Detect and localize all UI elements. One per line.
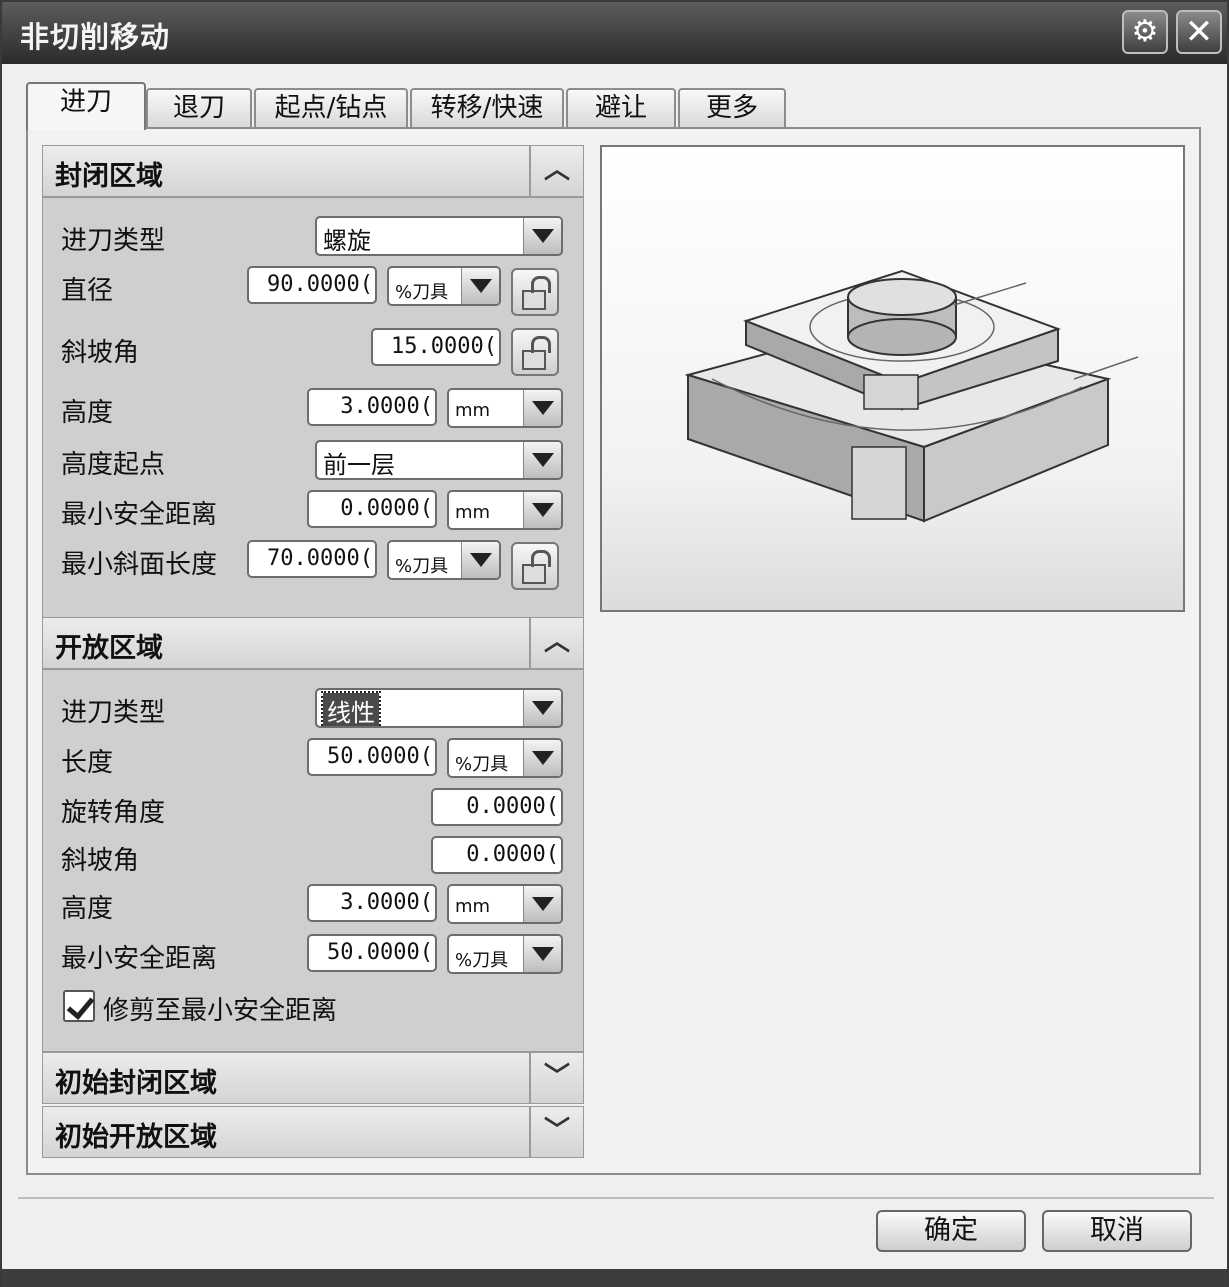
label-engage-type: 进刀类型 [61,226,166,256]
tab-more[interactable]: 更多 [678,88,786,128]
min-clearance-unit-select[interactable]: mm [447,490,563,530]
select-value: %刀具 [395,282,449,303]
group-title: 初始开放区域 [55,1122,217,1153]
collapse-icon[interactable]: ︿ [529,618,583,668]
close-icon[interactable]: ✕ [1176,10,1222,54]
window-bottom-border [2,1269,1227,1287]
collapse-icon[interactable]: ︿ [529,146,583,196]
min-clearance-field[interactable]: 50.0000( [307,934,437,972]
lock-icon[interactable] [511,542,559,590]
group-title: 开放区域 [55,633,163,664]
group-header-closed-region[interactable]: 封闭区域 ︿ [42,145,584,197]
part-illustration [684,269,1139,523]
trim-checkbox[interactable] [63,990,95,1022]
group-header-open-region[interactable]: 开放区域 ︿ [42,617,584,669]
chevron-down-icon [523,886,561,922]
preview-image [600,145,1185,612]
lock-icon[interactable] [511,268,559,316]
chevron-down-icon [461,542,499,578]
height-from-select[interactable]: 前一层 [315,440,563,480]
ramp-angle-field[interactable]: 15.0000( [371,328,501,366]
label-min-ramp-length: 最小斜面长度 [61,550,218,580]
tab-avoidance[interactable]: 避让 [566,88,676,128]
diameter-unit-select[interactable]: %刀具 [387,266,501,306]
min-ramp-length-unit-select[interactable]: %刀具 [387,540,501,580]
select-value: 线性 [321,691,381,726]
select-value: %刀具 [395,556,449,577]
ok-button[interactable]: 确定 [876,1210,1026,1252]
label-length: 长度 [61,748,114,778]
label-ramp-angle: 斜坡角 [61,846,140,876]
height-field[interactable]: 3.0000( [307,388,437,426]
chevron-down-icon [523,690,561,726]
select-value: %刀具 [455,754,509,775]
label-rotation-angle: 旋转角度 [61,798,166,828]
cancel-button[interactable]: 取消 [1042,1210,1192,1252]
label-ramp-angle: 斜坡角 [61,338,140,368]
select-value: 前一层 [323,451,395,479]
footer-separator [18,1197,1214,1199]
group-title: 封闭区域 [55,161,163,192]
diameter-field[interactable]: 90.0000( [247,266,377,304]
height-unit-select[interactable]: mm [447,884,563,924]
length-field[interactable]: 50.0000( [307,738,437,776]
chevron-down-icon [461,268,499,304]
min-clearance-field[interactable]: 0.0000( [307,490,437,528]
label-engage-type: 进刀类型 [61,698,166,728]
chevron-down-icon [523,740,561,776]
min-clearance-unit-select[interactable]: %刀具 [447,934,563,974]
label-height: 高度 [61,894,114,924]
tab-engage[interactable]: 进刀 [26,82,146,130]
group-header-initial-open-region[interactable]: 初始开放区域 ﹀ [42,1106,584,1158]
label-min-clearance: 最小安全距离 [61,500,218,530]
ramp-angle-field[interactable]: 0.0000( [431,836,563,874]
select-value: mm [455,502,491,523]
min-ramp-length-field[interactable]: 70.0000( [247,540,377,578]
group-title: 初始封闭区域 [55,1068,217,1099]
chevron-down-icon [523,492,561,528]
title-bar: 非切削移动 ⚙ ✕ [2,2,1227,64]
expand-icon[interactable]: ﹀ [529,1053,583,1103]
group-body-open-region: 进刀类型 线性 长度 50.0000( %刀具 旋转角度 0.0000( 斜坡角… [42,669,584,1052]
chevron-down-icon [523,218,561,254]
dialog-window: 非切削移动 ⚙ ✕ 进刀 退刀 起点/钻点 转移/快速 避让 更多 封闭区域 ︿… [0,0,1229,1287]
select-value: mm [455,896,491,917]
tab-retract[interactable]: 退刀 [146,88,252,128]
engage-type-select[interactable]: 螺旋 [315,216,563,256]
window-title: 非切削移动 [20,20,171,54]
group-header-initial-closed-region[interactable]: 初始封闭区域 ﹀ [42,1052,584,1104]
group-body-closed-region: 进刀类型 螺旋 直径 90.0000( %刀具 斜坡角 15.0000( 高度 … [42,197,584,618]
chevron-down-icon [523,390,561,426]
expand-icon[interactable]: ﹀ [529,1107,583,1157]
label-min-clearance: 最小安全距离 [61,944,218,974]
height-field[interactable]: 3.0000( [307,884,437,922]
gear-icon[interactable]: ⚙ [1122,10,1168,54]
chevron-down-icon [523,442,561,478]
select-value: mm [455,400,491,421]
height-unit-select[interactable]: mm [447,388,563,428]
rotation-angle-field[interactable]: 0.0000( [431,788,563,826]
length-unit-select[interactable]: %刀具 [447,738,563,778]
select-value: 螺旋 [323,227,371,255]
select-value: %刀具 [455,950,509,971]
trim-checkbox-label: 修剪至最小安全距离 [103,996,338,1026]
label-height-from: 高度起点 [61,450,166,480]
tab-transfer-rapid[interactable]: 转移/快速 [410,88,564,128]
engage-type-select[interactable]: 线性 [315,688,563,728]
label-height: 高度 [61,398,114,428]
label-diameter: 直径 [61,276,114,306]
lock-icon[interactable] [511,328,559,376]
tab-start-drill-points[interactable]: 起点/钻点 [254,88,408,128]
chevron-down-icon [523,936,561,972]
